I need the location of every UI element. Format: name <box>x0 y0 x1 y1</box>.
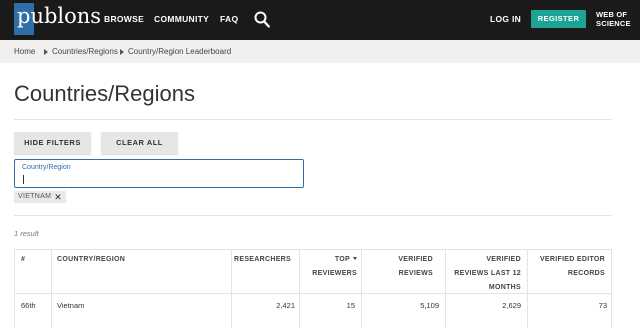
col-header-editor-line2: RECORDS <box>567 270 605 277</box>
logo-text: publons <box>17 4 102 28</box>
col-header-editor-records[interactable]: VERIFIED EDITOR RECORDS <box>527 250 605 293</box>
search-icon[interactable] <box>254 11 270 28</box>
row-researchers: 2,421 <box>276 301 295 310</box>
clear-all-button[interactable]: CLEAR ALL <box>101 132 178 154</box>
page-title: Countries/Regions <box>14 81 195 106</box>
filter-chip-label: VIETNAM <box>18 193 52 200</box>
wos-line-1: WEB OF <box>596 10 628 19</box>
row-top-reviewers: 15 <box>346 301 355 310</box>
nav-community[interactable]: COMMUNITY <box>154 14 209 24</box>
nav-faq[interactable]: FAQ <box>220 14 238 24</box>
breadcrumb: Home Countries/Regions Country/Region Le… <box>0 40 640 63</box>
hide-filters-button[interactable]: HIDE FILTERS <box>14 132 91 154</box>
row-rank: 66th <box>21 301 36 310</box>
filter-chip-vietnam[interactable]: VIETNAM ✕ <box>14 191 67 203</box>
col-header-verified-reviews[interactable]: VERIFIED REVIEWS <box>361 250 433 293</box>
col-header-verified-reviews-line2: REVIEWS <box>398 270 433 277</box>
col-header-researchers[interactable]: RESEARCHERS <box>231 250 291 293</box>
breadcrumb-current: Country/Region Leaderboard <box>128 47 232 56</box>
publons-logo[interactable]: publons <box>14 3 101 35</box>
col-header-top-reviewers[interactable]: TOP REVIEWERS <box>299 250 357 293</box>
leaderboard-table: # COUNTRY/REGION RESEARCHERS TOP REVIEWE… <box>14 249 612 328</box>
col-header-last12-line1: VERIFIED <box>486 256 521 263</box>
breadcrumb-arrow-icon <box>44 49 48 55</box>
col-header-verified-reviews-line1: VERIFIED <box>398 256 433 263</box>
country-region-field-label: Country/Region <box>22 164 71 171</box>
col-header-top-reviewers-line1: TOP <box>299 253 357 267</box>
login-link[interactable]: LOG IN <box>490 14 521 24</box>
breadcrumb-home[interactable]: Home <box>14 47 35 56</box>
breadcrumb-arrow-icon <box>120 49 124 55</box>
col-header-reviews-last-12-months[interactable]: VERIFIED REVIEWS LAST 12 MONTHS <box>445 250 521 293</box>
row-verified-reviews: 5,109 <box>420 301 439 310</box>
col-header-country[interactable]: COUNTRY/REGION <box>57 250 125 293</box>
col-header-editor-line1: VERIFIED EDITOR <box>539 256 605 263</box>
row-editor-records: 73 <box>598 301 607 310</box>
row-country-link[interactable]: Vietnam <box>57 301 84 310</box>
row-reviews-last-12: 2,629 <box>502 301 521 310</box>
col-header-text: TOP <box>334 256 350 263</box>
result-count: 1 result <box>14 229 39 238</box>
breadcrumb-countries[interactable]: Countries/Regions <box>52 47 118 56</box>
col-header-last12-line3: MONTHS <box>488 284 521 291</box>
web-of-science-link[interactable]: WEB OF SCIENCE <box>596 10 636 28</box>
wos-line-2: SCIENCE <box>596 19 631 28</box>
text-cursor <box>23 175 24 184</box>
column-divider <box>51 250 52 328</box>
col-header-last12-line2: REVIEWS LAST 12 <box>454 270 521 277</box>
close-icon[interactable]: ✕ <box>54 191 62 203</box>
header-divider <box>15 293 611 294</box>
col-header-rank[interactable]: # <box>21 250 25 293</box>
top-navbar: publons BROWSE COMMUNITY FAQ LOG IN REGI… <box>0 0 640 40</box>
divider <box>14 215 612 216</box>
sort-desc-icon <box>353 257 357 260</box>
divider <box>14 119 612 120</box>
col-header-top-reviewers-line2: REVIEWERS <box>312 270 357 277</box>
country-region-field[interactable]: Country/Region <box>14 159 304 188</box>
nav-browse[interactable]: BROWSE <box>104 14 144 24</box>
register-button[interactable]: REGISTER <box>531 10 586 28</box>
